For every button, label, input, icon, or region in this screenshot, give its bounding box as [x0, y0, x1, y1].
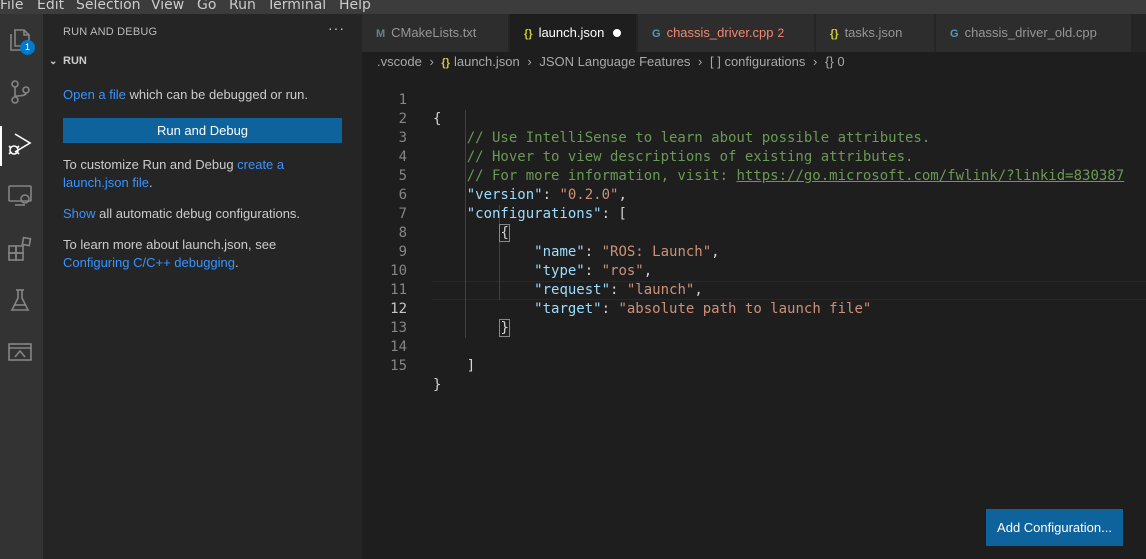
active-indicator [0, 126, 2, 166]
chevron-right-icon: › [698, 54, 703, 69]
customize-end: . [149, 175, 153, 190]
editor-tabs: M CMakeLists.txt {} launch.json Gchassis_d… [362, 14, 1146, 52]
tab-label: chassis_driver_old.cpp [964, 25, 1097, 40]
code-line-12: 12 } [362, 281, 1146, 337]
open-file-link[interactable]: Open a file [63, 87, 126, 102]
tab-label: tasks.json [844, 25, 903, 40]
extensions-icon[interactable] [6, 234, 34, 262]
object-icon: {} [825, 54, 834, 69]
breadcrumb: .vscode › {} launch.json › JSON Language … [362, 52, 1146, 72]
code-line-14: 14 ] [362, 319, 1146, 374]
menu-bar: File Edit Selection View Go Run Terminal… [0, 0, 1146, 14]
open-file-text: Open a file which can be debugged or run… [63, 86, 343, 104]
json-file-icon: {} [524, 28, 533, 40]
breadcrumb-index[interactable]: 0 [837, 52, 844, 72]
open-file-rest: which can be debugged or run. [125, 87, 309, 102]
ports-icon[interactable] [6, 338, 34, 366]
learn-end: . [235, 255, 239, 270]
code-line-9: 9 "type": "ros", [362, 224, 1146, 279]
cpp-file-icon: G [652, 28, 661, 40]
explorer-badge: 1 [20, 40, 35, 55]
problem-count-badge: 2 [777, 26, 785, 40]
code-line-1: 1 { [362, 72, 1146, 127]
json-punct: ] [466, 358, 476, 374]
cpp-file-icon: G [950, 28, 959, 40]
code-line-8: 8 "name": "ROS: Launch", [362, 205, 1146, 260]
chevron-right-icon: › [527, 54, 532, 69]
run-section-header[interactable]: ⌄ RUN [49, 55, 87, 67]
breadcrumb-folder[interactable]: .vscode [377, 52, 422, 72]
tab-chassis-driver-old-cpp[interactable]: Gchassis_driver_old.cpp [936, 14, 1132, 52]
code-line-13: 13 [362, 300, 1146, 336]
code-line-4: 4 // For more information, visit: https:… [362, 129, 1146, 184]
show-configs-text: Show all automatic debug configurations. [63, 205, 343, 223]
code-line-15: 15 } [362, 338, 1146, 393]
code-line-7: 7 { [362, 186, 1146, 242]
run-debug-icon[interactable] [6, 130, 34, 158]
tab-cmakelists[interactable]: M CMakeLists.txt [362, 14, 509, 52]
breadcrumb-language-features[interactable]: JSON Language Features [539, 52, 690, 72]
menu-view[interactable]: View [151, 0, 184, 14]
learn-prefix: To learn more about launch.json, see [63, 237, 277, 252]
code-editor[interactable]: 1 { 2 // Use IntelliSense to learn about… [362, 72, 1146, 559]
customize-prefix: To customize Run and Debug [63, 157, 238, 172]
tab-label: chassis_driver.cpp [666, 25, 774, 40]
chevron-right-icon: › [813, 54, 818, 69]
menu-file[interactable]: File [0, 0, 23, 14]
run-and-debug-button[interactable]: Run and Debug [63, 118, 342, 143]
code-line-2: 2 // Use IntelliSense to learn about pos… [362, 91, 1146, 146]
code-line-5: 5 "version": "0.2.0", [362, 148, 1146, 203]
tab-launch-json[interactable]: {} launch.json [510, 14, 637, 52]
code-text: ] [433, 357, 475, 376]
code-line-6: 6 "configurations": [ [362, 167, 1146, 222]
chevron-down-icon: ⌄ [49, 56, 58, 67]
add-configuration-button[interactable]: Add Configuration... [986, 509, 1123, 546]
chevron-right-icon: › [429, 54, 434, 69]
menu-go[interactable]: Go [197, 0, 216, 14]
menu-edit[interactable]: Edit [37, 0, 64, 14]
code-text: } [433, 377, 442, 393]
json-file-icon: {} [441, 57, 450, 69]
code-line-10: 10 "request": "launch", [362, 243, 1146, 298]
breadcrumb-configurations[interactable]: configurations [724, 52, 805, 72]
breadcrumb-file[interactable]: launch.json [454, 52, 520, 72]
run-debug-sidebar: RUN AND DEBUG ··· ⌄ RUN Open a file which… [43, 14, 362, 559]
learn-more-text: To learn more about launch.json, see Con… [63, 236, 343, 272]
menu-terminal[interactable]: Terminal [267, 0, 326, 14]
configuring-cpp-debugging-link[interactable]: Configuring C/C++ debugging [63, 255, 235, 270]
activity-bar: 1 [0, 14, 43, 559]
sidebar-title: RUN AND DEBUG [63, 26, 158, 38]
testing-icon[interactable] [6, 286, 34, 314]
section-label: RUN [63, 55, 87, 67]
tab-chassis-driver-cpp[interactable]: Gchassis_driver.cpp 2 [638, 14, 815, 52]
cmake-file-icon: M [376, 28, 386, 40]
code-line-11: 11 "target": "absolute path to launch fi… [362, 262, 1146, 317]
more-actions-icon[interactable]: ··· [328, 20, 345, 36]
customize-text: To customize Run and Debug create a laun… [63, 156, 343, 192]
remote-explorer-icon[interactable] [6, 182, 34, 210]
tab-label: CMakeLists.txt [391, 25, 477, 40]
unsaved-dot-icon[interactable] [613, 28, 622, 37]
menu-run[interactable]: Run [229, 0, 256, 14]
tab-label: launch.json [538, 25, 605, 40]
show-link[interactable]: Show [63, 206, 96, 221]
menu-selection[interactable]: Selection [76, 0, 141, 14]
line-number: 15 [390, 358, 407, 374]
code-line-3: 3 // Hover to view descriptions of exist… [362, 110, 1146, 165]
source-control-icon[interactable] [6, 78, 34, 106]
tab-tasks-json[interactable]: {} tasks.json [816, 14, 935, 52]
show-rest: all automatic debug configurations. [95, 206, 301, 221]
json-file-icon: {} [830, 28, 839, 40]
menu-help[interactable]: Help [339, 0, 371, 14]
array-icon: [ ] [709, 54, 721, 69]
